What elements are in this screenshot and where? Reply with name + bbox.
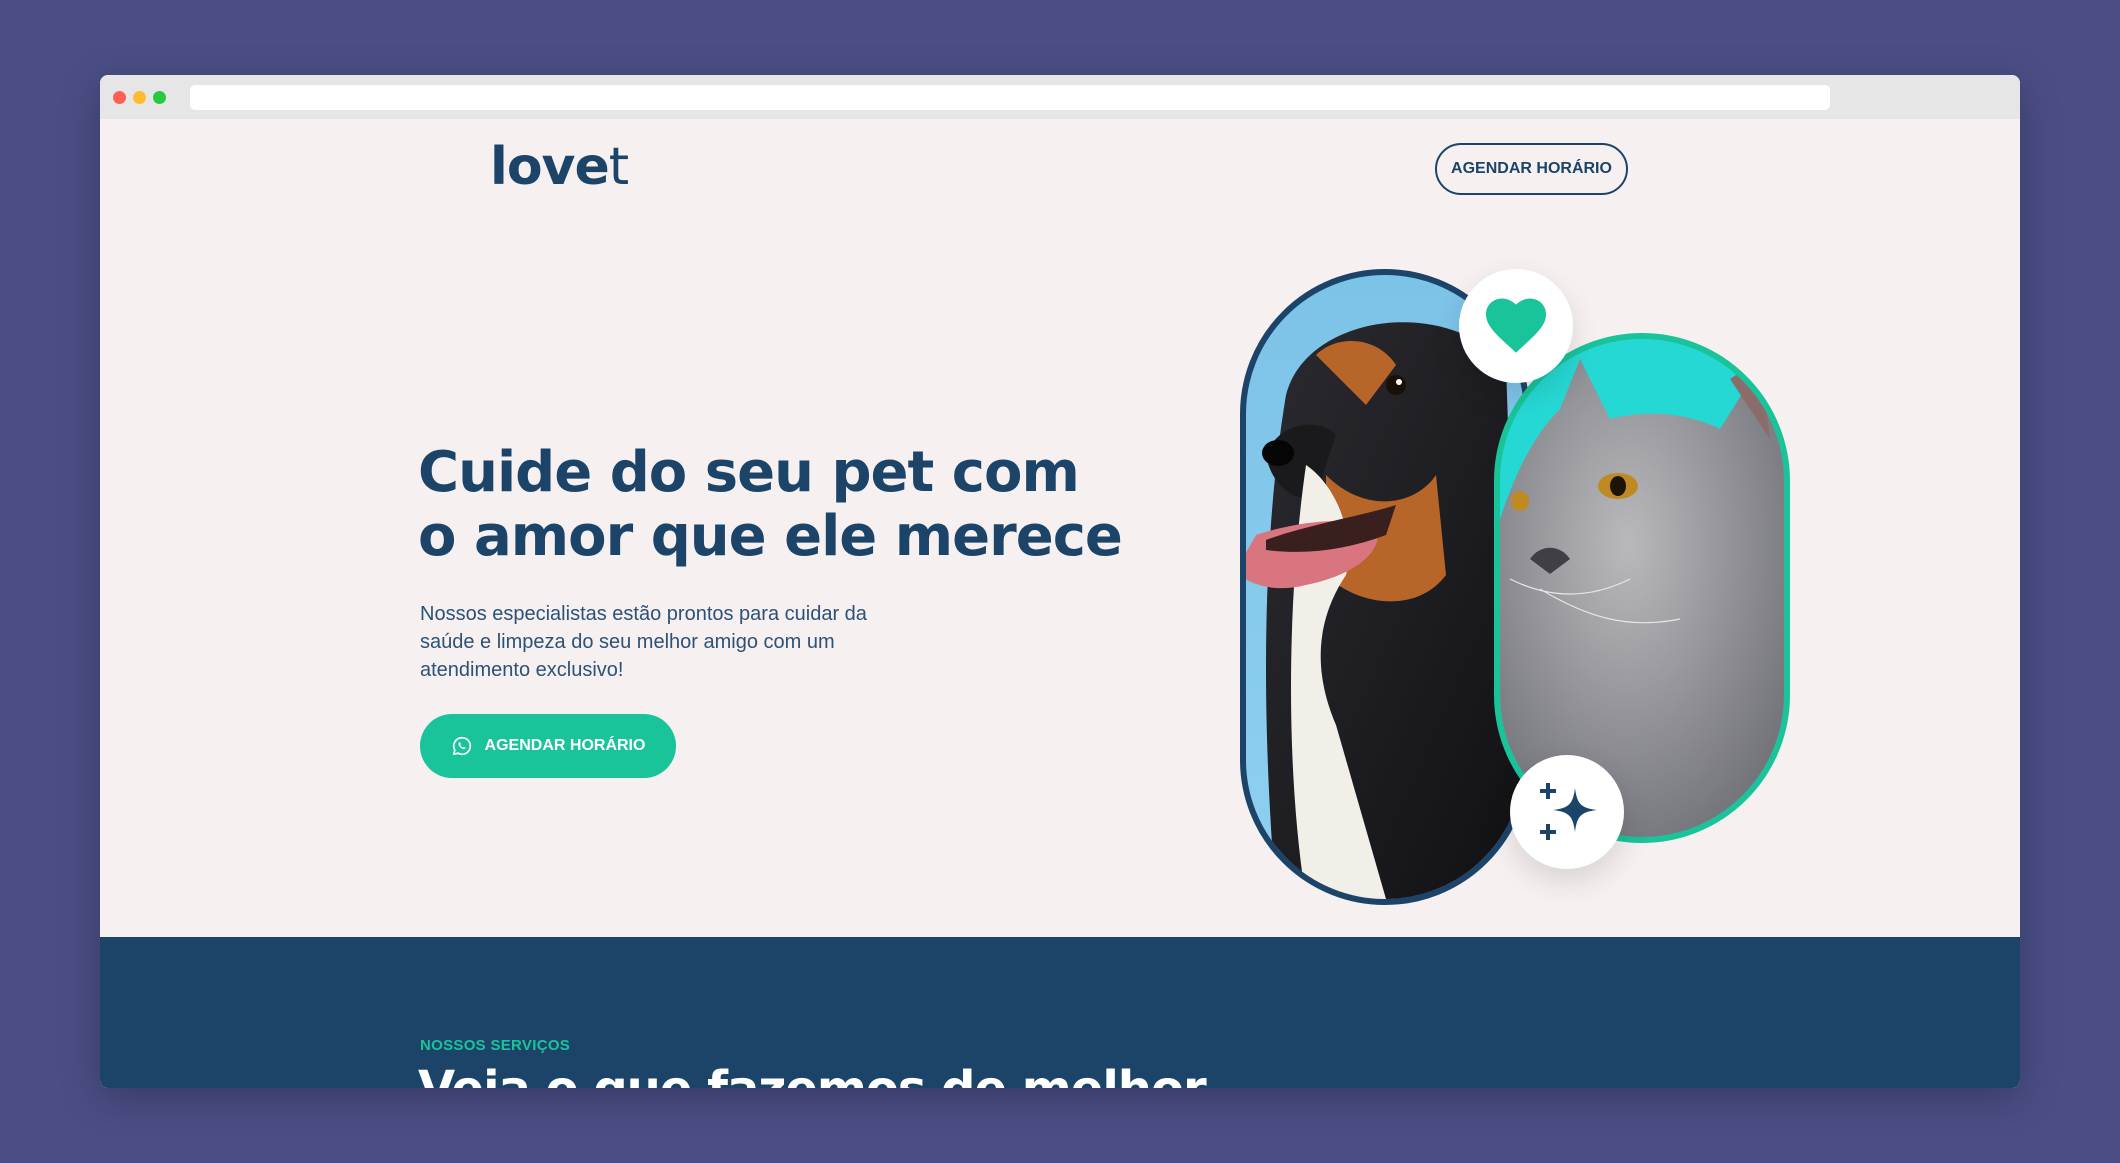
close-window-button[interactable] — [113, 91, 126, 104]
maximize-window-button[interactable] — [153, 91, 166, 104]
hero-title-line-1: Cuide do seu pet com — [418, 440, 1080, 505]
browser-titlebar — [100, 75, 2020, 119]
sparkle-icon — [1540, 783, 1597, 840]
services-eyebrow: NOSSOS SERVIÇOS — [420, 1037, 571, 1054]
hero-title-line-2: o amor que ele merece — [418, 504, 1123, 569]
minimize-window-button[interactable] — [133, 91, 146, 104]
heart-icon — [1485, 298, 1547, 353]
heart-badge — [1459, 269, 1573, 383]
landing-page: lovet AGENDAR HORÁRIO Cuide do seu pet c… — [100, 119, 2020, 1088]
browser-window: lovet AGENDAR HORÁRIO Cuide do seu pet c… — [100, 75, 2020, 1088]
logo-bold: love — [490, 137, 610, 197]
header-schedule-button[interactable]: AGENDAR HORÁRIO — [1435, 143, 1628, 195]
services-title: Veja o que fazemos de melhor — [418, 1061, 1207, 1088]
logo-thin: t — [608, 137, 629, 197]
address-bar[interactable] — [190, 85, 1830, 110]
sparkle-badge — [1510, 755, 1624, 869]
hero-illustration — [1090, 269, 1790, 919]
services-section: NOSSOS SERVIÇOS Veja o que fazemos de me… — [100, 937, 2020, 1088]
hero-schedule-button[interactable]: AGENDAR HORÁRIO — [420, 714, 676, 778]
hero-title: Cuide do seu pet com o amor que ele mere… — [418, 440, 1123, 569]
hero-description: Nossos especialistas estão prontos para … — [420, 603, 867, 681]
logo[interactable]: lovet — [490, 137, 629, 197]
whatsapp-icon — [452, 736, 471, 756]
hero-schedule-button-label: AGENDAR HORÁRIO — [484, 737, 646, 754]
